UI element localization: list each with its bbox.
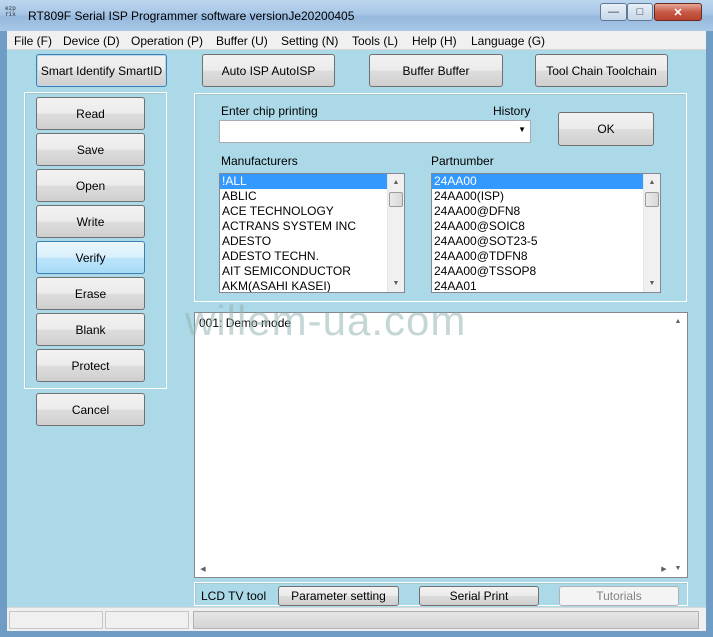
list-item[interactable]: 24AA01 xyxy=(432,279,660,292)
scroll-right-icon[interactable]: ▶ xyxy=(656,560,672,577)
erase-button[interactable]: Erase xyxy=(36,277,145,310)
client-area: File (F) Device (D) Operation (P) Buffer… xyxy=(7,31,706,631)
scroll-down-icon[interactable]: ▼ xyxy=(388,275,404,292)
status-cell xyxy=(105,611,189,629)
log-output[interactable]: 001: Demo mode ▲ ▼ ◀ ▶ xyxy=(194,312,688,578)
toolchain-button[interactable]: Tool Chain Toolchain xyxy=(535,54,668,87)
list-item[interactable]: ADESTO TECHN. xyxy=(220,249,404,264)
menu-device[interactable]: Device (D) xyxy=(63,34,120,48)
buffer-button[interactable]: Buffer Buffer xyxy=(369,54,503,87)
open-button[interactable]: Open xyxy=(36,169,145,202)
chip-printing-combo[interactable]: ▼ xyxy=(219,120,531,143)
partnumber-list[interactable]: 24AA00 24AA00(ISP) 24AA00@DFN8 24AA00@SO… xyxy=(431,173,661,293)
parameter-setting-button[interactable]: Parameter setting xyxy=(278,586,399,606)
app-logo-icon: ezp rix xyxy=(5,6,16,18)
list-item[interactable]: 24AA00@DFN8 xyxy=(432,204,660,219)
enter-chip-label: Enter chip printing xyxy=(221,104,318,118)
cancel-button[interactable]: Cancel xyxy=(36,393,145,426)
list-item[interactable]: ADESTO xyxy=(220,234,404,249)
status-cell xyxy=(9,611,103,629)
menu-file[interactable]: File (F) xyxy=(14,34,52,48)
list-item[interactable]: AKM(ASAHI KASEI) xyxy=(220,279,404,292)
scroll-down-icon[interactable]: ▼ xyxy=(644,275,660,292)
list-item[interactable]: ACE TECHNOLOGY xyxy=(220,204,404,219)
minimize-button[interactable]: — xyxy=(600,3,627,21)
tutorials-button[interactable]: Tutorials xyxy=(559,586,679,606)
log-hscrollbar[interactable]: ◀ ▶ xyxy=(195,560,672,577)
title-bar[interactable]: ezp rix RT809F Serial ISP Programmer sof… xyxy=(0,0,713,31)
menu-operation[interactable]: Operation (P) xyxy=(131,34,203,48)
menu-tools[interactable]: Tools (L) xyxy=(352,34,398,48)
window-title: RT809F Serial ISP Programmer software ve… xyxy=(28,9,355,23)
menu-bar: File (F) Device (D) Operation (P) Buffer… xyxy=(7,31,706,50)
scroll-down-icon[interactable]: ▼ xyxy=(670,560,686,577)
manufacturers-scrollbar[interactable]: ▲ ▼ xyxy=(387,174,404,292)
serial-print-button[interactable]: Serial Print xyxy=(419,586,539,606)
save-button[interactable]: Save xyxy=(36,133,145,166)
read-button[interactable]: Read xyxy=(36,97,145,130)
manufacturers-list[interactable]: !ALL ABLIC ACE TECHNOLOGY ACTRANS SYSTEM… xyxy=(219,173,405,293)
list-item[interactable]: ACTRANS SYSTEM INC xyxy=(220,219,404,234)
menu-language[interactable]: Language (G) xyxy=(471,34,545,48)
status-bar xyxy=(7,607,706,631)
auto-isp-button[interactable]: Auto ISP AutoISP xyxy=(202,54,335,87)
smart-identify-button[interactable]: Smart Identify SmartID xyxy=(36,54,167,87)
maximize-button[interactable]: □ xyxy=(627,3,653,21)
list-item[interactable]: 24AA00@TSSOP8 xyxy=(432,264,660,279)
list-item[interactable]: !ALL xyxy=(220,174,404,189)
scroll-up-icon[interactable]: ▲ xyxy=(644,174,660,191)
list-item[interactable]: 24AA00@SOT23-5 xyxy=(432,234,660,249)
close-button[interactable]: ✕ xyxy=(654,3,702,21)
watermark-text: willem-ua.com xyxy=(185,297,467,344)
protect-button[interactable]: Protect xyxy=(36,349,145,382)
scroll-thumb[interactable] xyxy=(389,192,403,207)
list-item[interactable]: 24AA00 xyxy=(432,174,660,189)
lcd-tv-tool-label: LCD TV tool xyxy=(201,589,267,603)
log-scrollbar[interactable]: ▲ ▼ xyxy=(670,313,687,577)
list-item[interactable]: 24AA00@TDFN8 xyxy=(432,249,660,264)
list-item[interactable]: 24AA00@SOIC8 xyxy=(432,219,660,234)
list-item[interactable]: ABLIC xyxy=(220,189,404,204)
menu-help[interactable]: Help (H) xyxy=(412,34,457,48)
scroll-thumb[interactable] xyxy=(645,192,659,207)
scroll-up-icon[interactable]: ▲ xyxy=(670,313,686,330)
ok-button[interactable]: OK xyxy=(558,112,654,146)
scroll-left-icon[interactable]: ◀ xyxy=(195,560,211,577)
history-label: History xyxy=(493,104,531,118)
list-item[interactable]: 24AA00(ISP) xyxy=(432,189,660,204)
menu-setting[interactable]: Setting (N) xyxy=(281,34,338,48)
list-item[interactable]: AIT SEMICONDUCTOR xyxy=(220,264,404,279)
partnumber-scrollbar[interactable]: ▲ ▼ xyxy=(643,174,660,292)
verify-button[interactable]: Verify xyxy=(36,241,145,274)
manufacturers-label: Manufacturers xyxy=(221,154,298,168)
dropdown-arrow-icon[interactable]: ▼ xyxy=(518,125,526,134)
scroll-up-icon[interactable]: ▲ xyxy=(388,174,404,191)
partnumber-label: Partnumber xyxy=(431,154,494,168)
menu-buffer[interactable]: Buffer (U) xyxy=(216,34,268,48)
blank-button[interactable]: Blank xyxy=(36,313,145,346)
write-button[interactable]: Write xyxy=(36,205,145,238)
progress-bar xyxy=(193,611,699,629)
